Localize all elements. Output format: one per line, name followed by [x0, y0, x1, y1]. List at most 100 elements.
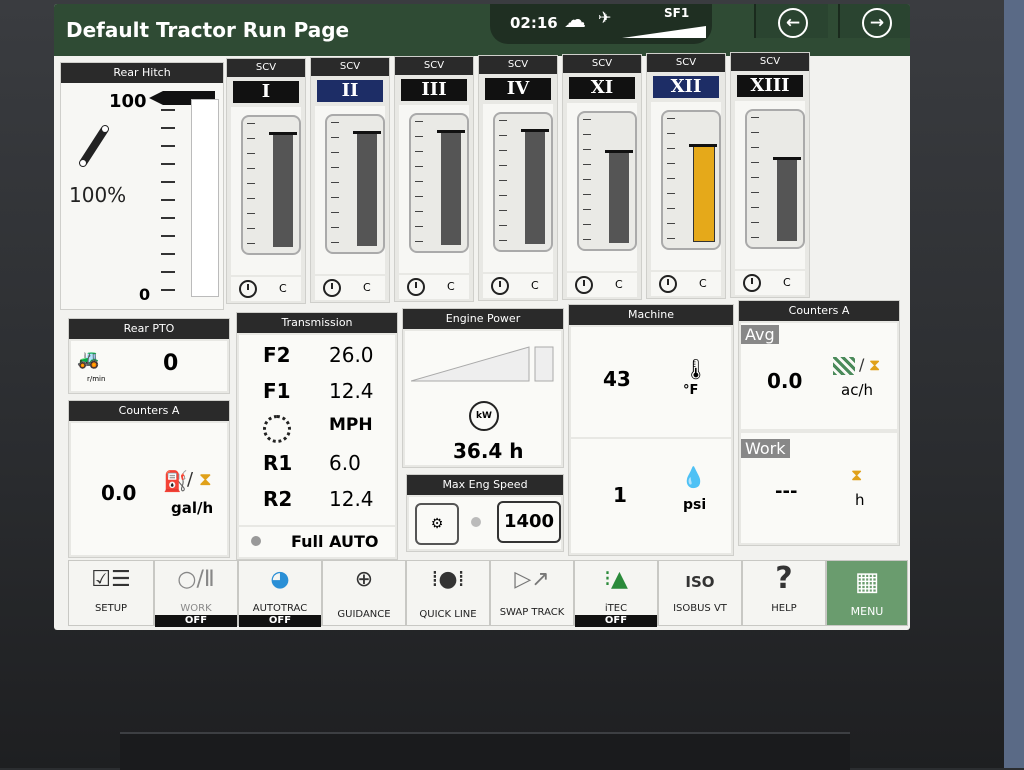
scv-level-area: [651, 102, 721, 270]
autotrac-button[interactable]: ◕ AUTOTRAC OFF: [238, 560, 322, 627]
scv-ticks: [583, 119, 591, 243]
max-eng-speed-input[interactable]: 1400: [497, 501, 561, 543]
scv-numeral: IV: [485, 78, 551, 100]
scv-numeral: XI: [569, 77, 635, 99]
scv-level-marker: [521, 129, 549, 132]
engine-power-panel[interactable]: Engine Power kW 36.4 h: [402, 308, 564, 468]
slash-divider: /: [859, 355, 865, 374]
scv-tube: [577, 111, 637, 251]
display-screen: Default Tractor Run Page 02:16 ☁ ✈ SF1 ←…: [54, 4, 910, 630]
timer-icon: [659, 275, 677, 293]
scv-gauge-iii[interactable]: SCV III C: [394, 56, 474, 302]
itec-label: iTEC: [604, 603, 628, 614]
scv-level-marker: [773, 157, 801, 160]
arrow-left-icon: ←: [778, 8, 808, 38]
fuel-rate-unit: gal/h: [171, 499, 214, 517]
rear-pto-panel[interactable]: Rear PTO 🚜 r/min 0: [68, 318, 230, 394]
hitch-level-track: [191, 99, 219, 297]
quick-line-button[interactable]: ⁞●⁞ QUICK LINE: [406, 560, 490, 626]
help-button[interactable]: ? HELP: [742, 560, 826, 626]
gear-value: 6.0: [329, 451, 361, 475]
hitch-scale-ticks: [161, 109, 175, 295]
scv-level-fill: [441, 133, 461, 245]
transmission-panel[interactable]: Transmission F2 26.0 F1 12.4 MPH R1 6.0 R2 1…: [236, 312, 398, 560]
scv-gauge-xi[interactable]: SCV XI C: [562, 54, 642, 300]
max-eng-speed-panel[interactable]: Max Eng Speed ⚙ 1400: [406, 474, 564, 552]
machine-panel[interactable]: Machine 43 🌡 °F 1 💧 psi: [568, 304, 734, 556]
checklist-icon: ☑☰: [91, 567, 131, 592]
isobus-vt-label: ISOBUS VT: [673, 603, 727, 614]
gear-key: F1: [263, 379, 291, 403]
scv-label: SCV: [647, 54, 725, 72]
engine-kw-icon: kW: [469, 401, 499, 431]
machine-title: Machine: [569, 305, 733, 325]
scv-gauge-ii[interactable]: SCV II C: [310, 57, 390, 303]
rear-hitch-panel[interactable]: Rear Hitch 100 100% 0: [60, 62, 224, 310]
work-unit: h: [855, 491, 865, 509]
scv-level-marker: [353, 131, 381, 134]
scv-level-area: [567, 103, 637, 271]
scv-tube: [241, 115, 301, 255]
itec-button[interactable]: ⁝▲ iTEC OFF: [574, 560, 658, 627]
scv-level-area: [231, 107, 301, 275]
timer-icon: [323, 279, 341, 297]
scv-tube: [409, 113, 469, 253]
forward-button[interactable]: →: [838, 4, 910, 38]
scv-gauge-iv[interactable]: SCV IV C: [478, 55, 558, 301]
engine-speed-icon[interactable]: ⚙: [415, 503, 459, 545]
menu-label: MENU: [850, 605, 884, 618]
scv-foot-label: C: [279, 282, 287, 295]
scv-ticks: [415, 121, 423, 245]
avg-value: 0.0: [767, 369, 803, 393]
scv-gauge-xiii[interactable]: SCV XIII C: [730, 52, 810, 298]
slash-divider: /: [187, 469, 194, 490]
back-button[interactable]: ←: [754, 4, 828, 38]
work-button[interactable]: ○/Ⅱ WORK OFF: [154, 560, 238, 627]
guidance-button[interactable]: ⊕ GUIDANCE: [322, 560, 406, 626]
scv-level-marker: [605, 150, 633, 153]
swap-track-icon: ▷↗: [514, 567, 550, 592]
avg-label: Avg: [741, 325, 779, 344]
setup-label: SETUP: [94, 603, 128, 614]
setup-button[interactable]: ☑☰ SETUP: [68, 560, 154, 626]
scv-level-marker: [269, 132, 297, 135]
scv-tube: [325, 114, 385, 254]
scv-foot-label: C: [615, 278, 623, 291]
quick-line-label: QUICK LINE: [419, 609, 477, 620]
scv-gauge-xii[interactable]: SCV XII C: [646, 53, 726, 299]
autotrac-icon: ◕: [270, 567, 290, 592]
hitch-percent: 100%: [69, 183, 127, 207]
swap-track-label: SWAP TRACK: [499, 607, 565, 618]
hitch-link-icon: [79, 125, 109, 167]
scv-level-area: [399, 105, 469, 273]
scv-footer: C: [483, 274, 553, 298]
scv-label: SCV: [731, 53, 809, 71]
isobus-vt-button[interactable]: ISO ISOBUS VT: [658, 560, 742, 626]
menu-button[interactable]: ▦ MENU: [826, 560, 908, 626]
speed-indicator-icon: [471, 517, 481, 527]
pressure-value: 1: [613, 483, 627, 507]
header-bar: Default Tractor Run Page 02:16 ☁ ✈ SF1 ←…: [54, 4, 910, 56]
scv-label: SCV: [227, 59, 305, 77]
autotrac-status: OFF: [239, 615, 321, 627]
scv-foot-label: C: [531, 279, 539, 292]
scv-ticks: [667, 118, 675, 242]
scv-gauge-i[interactable]: SCV I C: [226, 58, 306, 304]
scv-tube: [745, 109, 805, 249]
scv-tube: [661, 110, 721, 250]
transmission-mode: Full AUTO: [291, 532, 379, 551]
oil-pressure-icon: 💧: [681, 465, 706, 489]
help-icon: ?: [775, 561, 793, 596]
page-title: Default Tractor Run Page: [66, 18, 350, 42]
transmission-values: F2 26.0 F1 12.4 MPH R1 6.0 R2 12.4: [239, 335, 395, 525]
swap-track-button[interactable]: ▷↗ SWAP TRACK: [490, 560, 574, 626]
hourglass-icon: ⧗: [851, 465, 863, 484]
work-value: ---: [775, 481, 798, 502]
gear-value: 12.4: [329, 379, 374, 403]
guidance-icon: ⊕: [354, 567, 374, 592]
scv-tube: [493, 112, 553, 252]
engine-power-title: Engine Power: [403, 309, 563, 329]
counters-a-left-panel[interactable]: Counters A 0.0 ⛽ / ⧗ gal/h: [68, 400, 230, 558]
counters-a-right-panel[interactable]: Counters A Avg 0.0 / ⧗ ac/h Work --- ⧗ h: [738, 300, 900, 546]
hitch-min-value: 0: [139, 285, 151, 304]
